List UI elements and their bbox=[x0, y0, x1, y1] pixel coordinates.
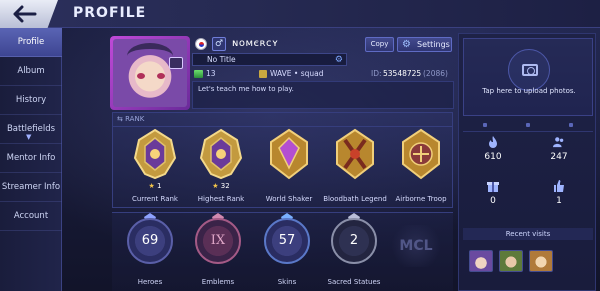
rank-stars: ★ 32 bbox=[193, 182, 249, 190]
sacred-statues-stat[interactable]: 2 Sacred Statues bbox=[324, 213, 384, 291]
server-id: (2086) bbox=[423, 69, 448, 78]
header-bar: PROFILE bbox=[0, 0, 600, 28]
star-count: 32 bbox=[220, 182, 230, 190]
world-shaker-medal[interactable]: World Shaker bbox=[261, 127, 317, 207]
upload-hint: Tap here to upload photos. bbox=[482, 87, 576, 95]
level-value: 13 bbox=[206, 69, 216, 78]
medal-label: Current Rank bbox=[131, 195, 178, 203]
followers-stat[interactable]: 247 bbox=[529, 136, 589, 176]
recent-visitor-avatar[interactable] bbox=[529, 250, 553, 272]
sidebar-item-streamer-info[interactable]: Streamer Info bbox=[0, 173, 62, 202]
thumbs-up-icon bbox=[554, 180, 564, 192]
rank-header: ⇆ RANK bbox=[117, 115, 145, 123]
recent-visits-label: Recent visits bbox=[463, 228, 593, 240]
emblems-stat[interactable]: IX Emblems bbox=[188, 213, 248, 291]
camera-icon bbox=[508, 49, 550, 91]
flame-icon bbox=[489, 136, 497, 148]
chevron-down-icon: ▼ bbox=[26, 133, 32, 141]
bio-text[interactable]: Let's teach me how to play. bbox=[192, 81, 454, 109]
stat-value: 2 bbox=[349, 233, 359, 248]
stat-value: 610 bbox=[484, 152, 502, 162]
medal-label: Highest Rank bbox=[197, 195, 245, 203]
avatar-eyes bbox=[137, 73, 165, 79]
sidebar-item-battlefields[interactable]: Battlefields ▼ bbox=[0, 115, 62, 144]
recent-visitor-avatar[interactable] bbox=[499, 250, 523, 272]
stat-value: 1 bbox=[556, 196, 562, 206]
sidebar-item-profile[interactable]: Profile bbox=[0, 28, 62, 57]
medal-label: Bloodbath Legend bbox=[323, 195, 387, 203]
right-panel: Tap here to upload photos. 610 247 0 1 R… bbox=[458, 33, 596, 291]
stat-value: 69 bbox=[141, 233, 159, 248]
sidebar: Profile Album History Battlefields ▼ Men… bbox=[0, 28, 62, 291]
player-name: ɴᴏᴍєʀᴄʏ bbox=[232, 38, 279, 49]
stat-label: Emblems bbox=[201, 278, 235, 286]
back-button[interactable] bbox=[0, 0, 58, 28]
squad-icon bbox=[259, 70, 267, 78]
avatar[interactable] bbox=[110, 36, 190, 110]
stat-label: Heroes bbox=[137, 278, 163, 286]
sidebar-item-album[interactable]: Album bbox=[0, 57, 62, 86]
photo-slot-icon[interactable] bbox=[482, 122, 487, 127]
photo-upload-area[interactable]: Tap here to upload photos. bbox=[463, 38, 593, 116]
photo-slot-icon[interactable] bbox=[525, 122, 530, 127]
rank-header-label: RANK bbox=[125, 115, 145, 123]
gifts-stat[interactable]: 0 bbox=[463, 180, 523, 220]
gear-icon: ⚙ bbox=[402, 39, 411, 50]
recent-visitor-avatar[interactable] bbox=[469, 250, 493, 272]
rank-stars: ★ 1 bbox=[127, 182, 183, 190]
popularity-stat[interactable]: 610 bbox=[463, 136, 523, 176]
medal-label: Airborne Troop bbox=[395, 195, 447, 203]
star-icon: ★ bbox=[212, 182, 219, 190]
highest-rank-medal[interactable]: ★ 32 Highest Rank bbox=[193, 127, 249, 207]
bloodbath-legend-medal[interactable]: Bloodbath Legend bbox=[323, 127, 387, 207]
rank-panel: ⇆ RANK ★ 1 Current Rank ★ 32 Highest Ran… bbox=[112, 112, 453, 208]
stat-value: 247 bbox=[550, 152, 568, 162]
stats-row: 69 Heroes IX Emblems 57 Skins 2 Sacred S… bbox=[112, 212, 453, 291]
photo-slots bbox=[463, 118, 593, 132]
sidebar-item-account[interactable]: Account bbox=[0, 202, 62, 231]
country-flag-icon bbox=[195, 38, 207, 50]
gender-male-icon: ♂ bbox=[212, 37, 226, 51]
photo-slot-icon[interactable] bbox=[569, 122, 574, 127]
settings-label: Settings bbox=[417, 40, 450, 49]
stat-value: 0 bbox=[490, 196, 496, 206]
avatar-image bbox=[113, 39, 187, 107]
stat-label: Sacred Statues bbox=[327, 278, 381, 286]
achievement-medal-icon bbox=[336, 128, 374, 180]
id-label: ID: bbox=[371, 69, 382, 78]
followers-icon bbox=[553, 137, 564, 148]
settings-button[interactable]: ⚙ Settings bbox=[397, 37, 452, 52]
likes-stat[interactable]: 1 bbox=[529, 180, 589, 220]
stat-value: IX bbox=[210, 233, 226, 248]
avatar-hair bbox=[127, 43, 173, 69]
achievement-medal-icon bbox=[402, 128, 440, 180]
stat-label: Skins bbox=[277, 278, 297, 286]
achievement-medal-icon bbox=[270, 128, 308, 180]
player-id: 53548725 bbox=[383, 69, 422, 78]
heroes-stat[interactable]: 69 Heroes bbox=[120, 213, 180, 291]
airborne-troop-medal[interactable]: Airborne Troop bbox=[393, 127, 449, 207]
mcl-logo[interactable]: MCL bbox=[387, 225, 445, 267]
squad-name[interactable]: WAVE • squad bbox=[270, 69, 324, 78]
current-rank-medal[interactable]: ★ 1 Current Rank bbox=[127, 127, 183, 207]
page-title: PROFILE bbox=[73, 5, 147, 21]
back-arrow-icon bbox=[13, 5, 37, 23]
level-badge-icon bbox=[194, 70, 203, 78]
copy-button[interactable]: Copy bbox=[365, 37, 394, 52]
sidebar-item-history[interactable]: History bbox=[0, 86, 62, 115]
gift-icon bbox=[487, 182, 499, 192]
gear-icon[interactable]: ⚙ bbox=[335, 55, 343, 65]
title-selector[interactable]: No Title ⚙ bbox=[192, 53, 347, 66]
stat-value: 57 bbox=[278, 233, 296, 248]
star-count: 1 bbox=[157, 182, 162, 190]
skins-stat[interactable]: 57 Skins bbox=[257, 213, 317, 291]
star-icon: ★ bbox=[148, 182, 155, 190]
sidebar-item-mentor-info[interactable]: Mentor Info bbox=[0, 144, 62, 173]
medal-label: World Shaker bbox=[265, 195, 313, 203]
title-text: No Title bbox=[207, 55, 236, 64]
camera-icon[interactable] bbox=[169, 57, 183, 69]
mythic-medal-icon bbox=[133, 128, 177, 180]
mythic-medal-icon bbox=[199, 128, 243, 180]
